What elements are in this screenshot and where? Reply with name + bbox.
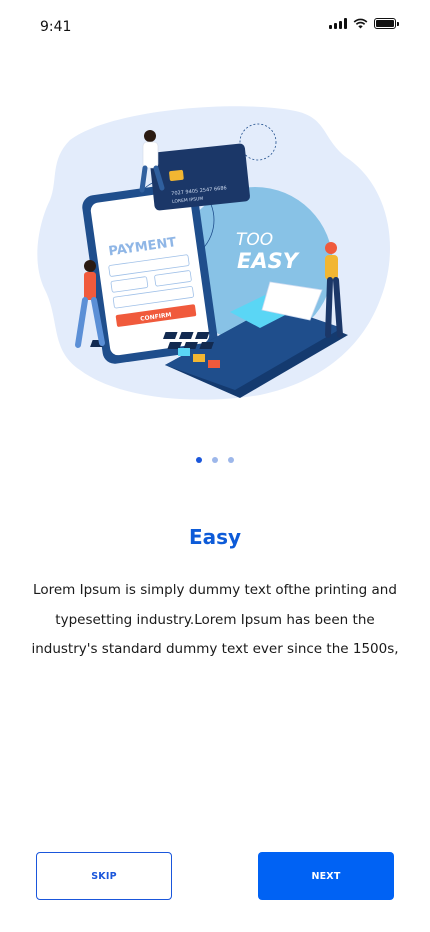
onboarding-title: Easy [188, 525, 242, 549]
too-text: TOO [236, 230, 273, 250]
page-dot-2[interactable] [212, 457, 218, 463]
status-icons [329, 18, 399, 29]
payment-illustration: PAYMENT CONFIRM 7027 9405 2547 6686 LORE… [37, 106, 390, 400]
next-button[interactable]: NEXT [258, 852, 394, 900]
credit-card-graphic: 7027 9405 2547 6686 LOREM IPSUM [149, 143, 250, 211]
status-bar: 9:41 [0, 0, 430, 50]
wifi-icon [353, 18, 368, 29]
skip-button[interactable]: SKIP [36, 852, 172, 900]
signal-icon [329, 18, 347, 29]
page-dot-3[interactable] [228, 457, 234, 463]
pagination-dots [0, 457, 430, 463]
battery-icon [374, 18, 399, 29]
easy-text: EASY [237, 249, 300, 273]
status-time: 9:41 [40, 19, 72, 35]
onboarding-description: Lorem Ipsum is simply dummy text ofthe p… [31, 582, 399, 657]
page-dot-1[interactable] [196, 457, 202, 463]
